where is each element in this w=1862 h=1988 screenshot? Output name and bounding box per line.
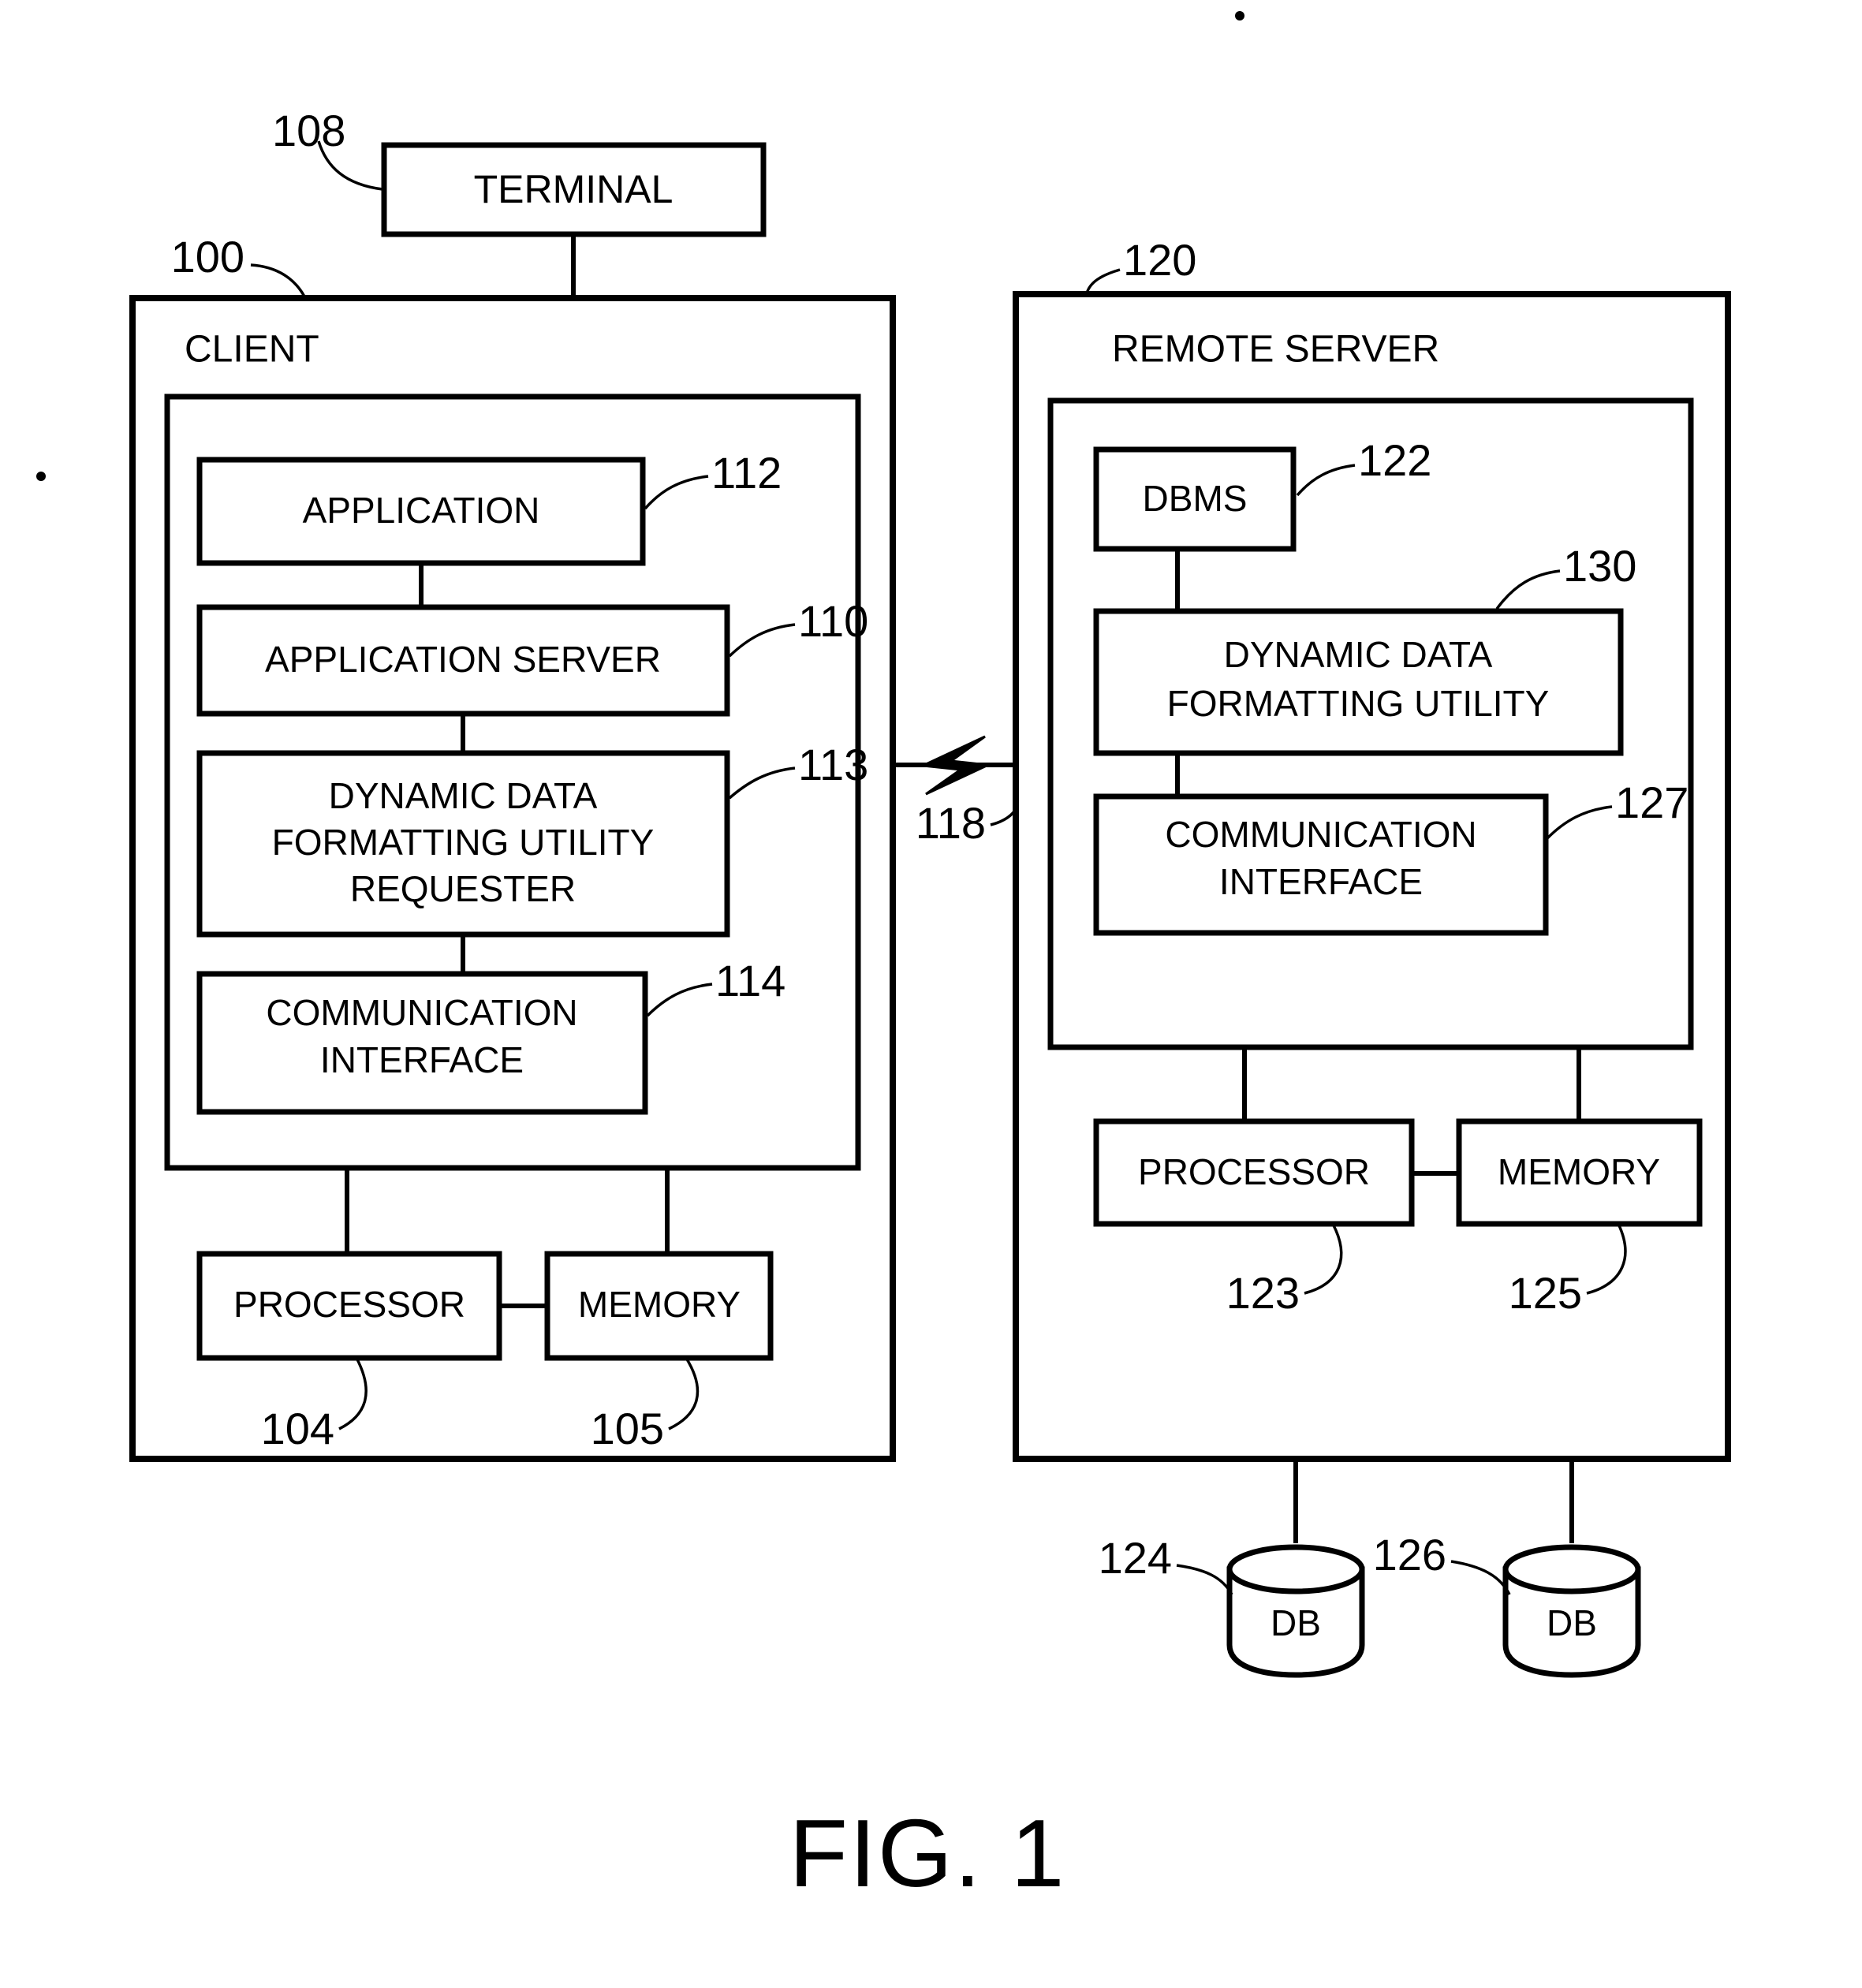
ref-127: 127 <box>1615 778 1688 827</box>
ref-122: 122 <box>1358 435 1431 485</box>
client-application-label: APPLICATION <box>303 490 540 531</box>
client-ddfu-requester-line2: FORMATTING UTILITY <box>272 822 655 863</box>
ref-104: 104 <box>261 1404 334 1453</box>
server-comm-iface-line2: INTERFACE <box>1219 861 1423 902</box>
lightning-bolt-icon <box>918 735 993 796</box>
leader-line-120 <box>1085 268 1121 294</box>
client-application-server-label: APPLICATION SERVER <box>265 639 661 680</box>
ref-124: 124 <box>1099 1533 1172 1583</box>
ref-114: 114 <box>715 956 785 1005</box>
ref-125: 125 <box>1509 1268 1582 1318</box>
db-126-label: DB <box>1547 1602 1597 1643</box>
leader-line-126 <box>1450 1560 1511 1595</box>
database-cylinder-126: DB <box>1502 1544 1641 1678</box>
client-ddfu-requester-line3: REQUESTER <box>350 868 576 909</box>
ref-130: 130 <box>1563 541 1636 591</box>
server-comm-iface-line1: COMMUNICATION <box>1165 814 1476 855</box>
db-124-label: DB <box>1271 1602 1321 1643</box>
server-ddfu-line1: DYNAMIC DATA <box>1224 634 1493 675</box>
ref-108: 108 <box>272 106 345 155</box>
client-comm-iface-line2: INTERFACE <box>320 1039 524 1080</box>
ref-123: 123 <box>1226 1268 1300 1318</box>
client-label: CLIENT <box>185 329 319 371</box>
ref-120: 120 <box>1123 235 1196 285</box>
figure-1-diagram: TERMINAL 108 CLIENT 100 APPLICATION 112 … <box>36 11 1731 1907</box>
patent-figure-page: TERMINAL 108 CLIENT 100 APPLICATION 112 … <box>0 0 1862 1988</box>
client-ddfu-requester-line1: DYNAMIC DATA <box>329 775 598 816</box>
client-memory-label: MEMORY <box>578 1284 741 1325</box>
leader-line-124 <box>1176 1564 1233 1595</box>
database-cylinder-124: DB <box>1226 1544 1365 1678</box>
client-processor-label: PROCESSOR <box>233 1284 465 1325</box>
db-124-top <box>1226 1544 1365 1595</box>
ref-118: 118 <box>916 798 986 848</box>
server-ddfu-box <box>1093 608 1624 756</box>
db-126-top <box>1502 1544 1641 1595</box>
client-comm-iface-line1: COMMUNICATION <box>266 992 577 1033</box>
leader-line-100 <box>250 263 306 297</box>
ref-126: 126 <box>1373 1530 1446 1580</box>
ref-110: 110 <box>798 596 868 646</box>
server-processor-label: PROCESSOR <box>1138 1151 1370 1192</box>
ref-113: 113 <box>798 740 868 789</box>
server-label: REMOTE SERVER <box>1112 329 1439 371</box>
ref-100: 100 <box>171 232 244 282</box>
figure-caption: FIG. 1 <box>789 1800 1066 1907</box>
ref-105: 105 <box>591 1404 664 1453</box>
print-speck <box>1235 11 1244 21</box>
server-memory-label: MEMORY <box>1498 1151 1660 1192</box>
print-speck <box>36 472 46 481</box>
server-dbms-label: DBMS <box>1143 478 1248 519</box>
server-ddfu-line2: FORMATTING UTILITY <box>1167 683 1550 724</box>
terminal-label: TERMINAL <box>474 167 674 211</box>
ref-112: 112 <box>711 448 782 498</box>
